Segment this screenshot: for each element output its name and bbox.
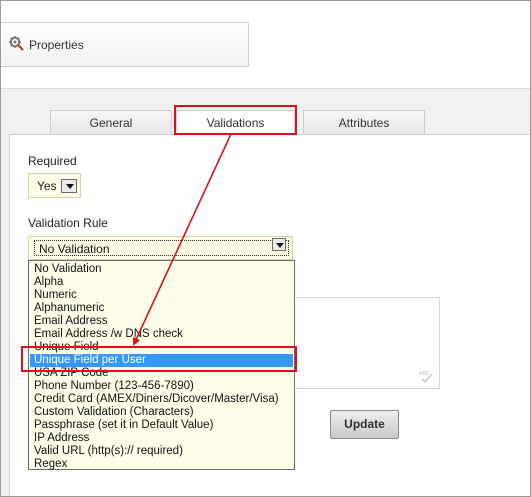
tab-attributes[interactable]: Attributes — [303, 110, 425, 135]
svg-text:ABC: ABC — [419, 371, 430, 377]
validation-rule-select[interactable]: No Validation — [28, 236, 293, 260]
option-email-address[interactable]: Email Address — [30, 315, 293, 328]
update-button[interactable]: Update — [330, 410, 399, 439]
validation-rule-dropdown-list: No Validation Alpha Numeric Alphanumeric… — [28, 260, 295, 470]
option-usa-zip-code[interactable]: USA ZIP Code — [30, 367, 293, 380]
option-custom-validation[interactable]: Custom Validation (Characters) — [30, 406, 293, 419]
option-regex[interactable]: Regex — [30, 458, 293, 471]
option-phone-number[interactable]: Phone Number (123-456-7890) — [30, 380, 293, 393]
spellcheck-icon: ABC — [419, 371, 433, 384]
option-no-validation[interactable]: No Validation — [30, 263, 293, 276]
validation-rule-value: No Validation — [39, 242, 110, 256]
option-numeric[interactable]: Numeric — [30, 289, 293, 302]
option-unique-field[interactable]: Unique Field — [30, 341, 293, 354]
required-select[interactable]: Yes — [28, 173, 81, 198]
option-passphrase[interactable]: Passphrase (set it in Default Value) — [30, 419, 293, 432]
required-label: Required — [28, 154, 77, 168]
properties-gear-icon — [9, 36, 24, 51]
validation-rule-focus: No Validation — [34, 240, 289, 256]
tab-general[interactable]: General — [50, 110, 172, 135]
tab-validations[interactable]: Validations — [176, 110, 295, 135]
option-unique-field-per-user[interactable]: Unique Field per User — [30, 354, 293, 367]
properties-title: Properties — [29, 38, 84, 52]
option-alphanumeric[interactable]: Alphanumeric — [30, 302, 293, 315]
chevron-down-icon[interactable] — [272, 238, 286, 251]
option-alpha[interactable]: Alpha — [30, 276, 293, 289]
chevron-down-icon[interactable] — [61, 179, 77, 193]
option-valid-url[interactable]: Valid URL (http(s):// required) — [30, 445, 293, 458]
option-ip-address[interactable]: IP Address — [30, 432, 293, 445]
validation-rule-label: Validation Rule — [28, 216, 108, 230]
option-email-dns-check[interactable]: Email Address /w DNS check — [30, 328, 293, 341]
required-value: Yes — [37, 179, 57, 193]
option-credit-card[interactable]: Credit Card (AMEX/Diners/Dicover/Master/… — [30, 393, 293, 406]
custom-text-area[interactable] — [293, 297, 440, 389]
